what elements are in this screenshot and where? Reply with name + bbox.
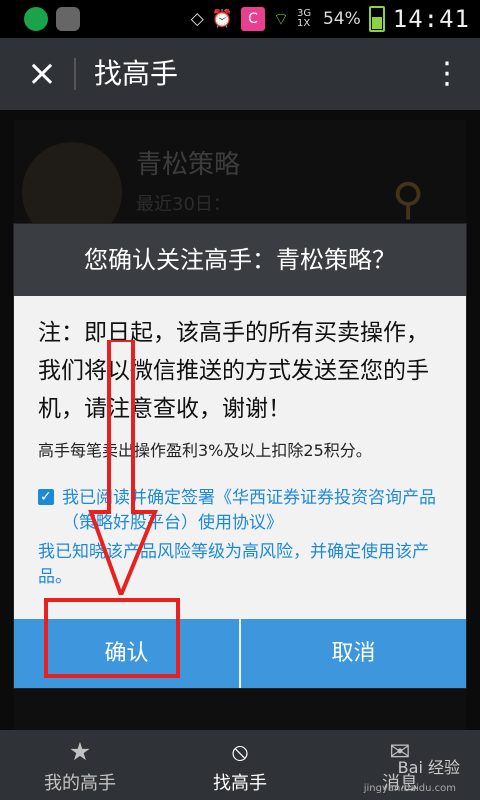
compass-icon: ⦸ [231,737,249,766]
cancel-button[interactable]: 取消 [241,619,466,688]
red-arrow-annotation [88,340,158,595]
close-icon[interactable]: × [22,54,62,94]
battery-percent: 54% [322,9,361,29]
app-notification-icon [24,7,48,31]
battery-icon [368,6,385,32]
tab-find-experts[interactable]: ⦸ 找高手 [160,730,320,800]
tab-label: 我的高手 [44,773,116,794]
clock: 14:41 [392,5,470,33]
app-c-icon: C [240,7,265,31]
watermark-url: jingyan.baidu.com [363,783,456,794]
mute-icon: ◇ [190,9,204,29]
status-right-icons: ◇ ⏰ C ⌔ 3G 1X 54% 14:41 [191,0,470,38]
confirm-highlight-box [44,598,180,678]
wifi-icon: ⌔ [272,9,289,30]
tab-my-experts[interactable]: ★ 我的高手 [0,730,160,800]
status-left-icons [24,7,80,31]
phone-update-icon [56,7,80,31]
page-title: 找高手 [94,57,179,90]
watermark-text: Bai 经验 [397,758,460,777]
app-bar: × 找高手 ⋮ [0,38,480,110]
network-label: 3G 1X [296,8,312,29]
star-icon: ★ [68,737,92,766]
status-bar: ◇ ⏰ C ⌔ 3G 1X 54% 14:41 [0,0,480,38]
more-menu-icon[interactable]: ⋮ [432,56,462,92]
alarm-icon: ⏰ [211,9,233,29]
dialog-body: 注：即日起，该高手的所有买卖操作，我们将以微信推送的方式发送至您的手机，请注意查… [14,296,466,619]
dialog-title: 您确认关注高手：青松策略？ [14,224,466,296]
appbar-separator [74,58,76,90]
tab-label: 找高手 [213,773,267,794]
agreement-checkbox[interactable] [38,485,54,510]
